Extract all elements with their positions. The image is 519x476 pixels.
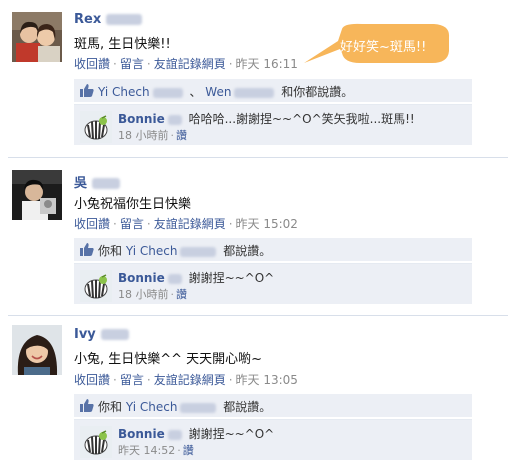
- comment-item: Bonnie 謝謝捏~~^O^ 18 小時前 · 讚: [74, 263, 472, 304]
- comment-timestamp[interactable]: 昨天 14:52: [118, 444, 175, 457]
- likes-summary: 你和 Yi Chech 都說讚。: [74, 394, 472, 417]
- commenter-name[interactable]: Bonnie: [118, 271, 165, 285]
- comment-item: Bonnie 謝謝捏~~^O^ 昨天 14:52 · 讚: [74, 419, 472, 460]
- comment-timestamp[interactable]: 18 小時前: [118, 129, 169, 142]
- comment-like-link[interactable]: 讚: [176, 288, 187, 301]
- thumbs-up-icon: [80, 243, 94, 256]
- likes-summary: Yi Chech 、 Wen 和你都說讚。: [74, 79, 472, 102]
- liker-name[interactable]: Yi Chech: [126, 400, 178, 414]
- annotation-text: 好好笑~斑馬!!: [340, 40, 427, 55]
- blurred-given-name: [92, 178, 121, 189]
- comment-text: 謝謝捏~~^O^: [188, 271, 275, 285]
- post-message: 小兔, 生日快樂^^ 天天開心喲~: [74, 352, 263, 367]
- comment-link[interactable]: 留言: [120, 57, 144, 71]
- comment-text: 哈哈哈...謝謝捏~~^O^笑矢我啦...斑馬!!: [188, 112, 415, 126]
- avatar[interactable]: [12, 170, 62, 220]
- author-name[interactable]: Ivy: [74, 327, 129, 342]
- post-timestamp[interactable]: 昨天 15:02: [236, 217, 298, 231]
- post-message: 小兔祝福你生日快樂: [74, 197, 192, 212]
- blurred-surname: [100, 329, 129, 340]
- thumbs-up-icon: [80, 84, 94, 97]
- comment-like-link[interactable]: 讚: [176, 129, 187, 142]
- friendship-page-link[interactable]: 友誼記錄網頁: [154, 57, 226, 71]
- post-divider: [8, 157, 508, 158]
- likes-summary: 你和 Yi Chech 都說讚。: [74, 238, 472, 261]
- post-actions: 收回讚 · 留言 · 友誼記錄網頁 · 昨天 13:05: [74, 373, 298, 387]
- zebra-avatar[interactable]: [80, 426, 112, 458]
- commenter-name[interactable]: Bonnie: [118, 427, 165, 441]
- unlike-link[interactable]: 收回讚: [74, 57, 110, 71]
- comment-text: 謝謝捏~~^O^: [188, 427, 275, 441]
- commenter-name[interactable]: Bonnie: [118, 112, 165, 126]
- unlike-link[interactable]: 收回讚: [74, 373, 110, 387]
- liker-name[interactable]: Yi Chech: [126, 244, 178, 258]
- post-timestamp[interactable]: 昨天 16:11: [236, 57, 298, 71]
- liker-name[interactable]: Yi Chech: [98, 85, 150, 99]
- post-message: 斑馬, 生日快樂!!: [74, 37, 171, 52]
- post-divider: [8, 315, 508, 316]
- zebra-avatar[interactable]: [80, 270, 112, 302]
- friendship-page-link[interactable]: 友誼記錄網頁: [154, 373, 226, 387]
- zebra-avatar[interactable]: [80, 111, 112, 143]
- comment-like-link[interactable]: 讚: [183, 444, 194, 457]
- author-name[interactable]: Rex: [74, 12, 143, 27]
- avatar[interactable]: [12, 325, 62, 375]
- post-timestamp[interactable]: 昨天 13:05: [236, 373, 298, 387]
- unlike-link[interactable]: 收回讚: [74, 217, 110, 231]
- comment-link[interactable]: 留言: [120, 373, 144, 387]
- thumbs-up-icon: [80, 399, 94, 412]
- comment-link[interactable]: 留言: [120, 217, 144, 231]
- author-name[interactable]: 吳: [74, 172, 121, 191]
- comment-item: Bonnie 哈哈哈...謝謝捏~~^O^笑矢我啦...斑馬!! 18 小時前 ·…: [74, 104, 472, 145]
- friendship-page-link[interactable]: 友誼記錄網頁: [154, 217, 226, 231]
- post-actions: 收回讚 · 留言 · 友誼記錄網頁 · 昨天 15:02: [74, 217, 298, 231]
- comment-timestamp[interactable]: 18 小時前: [118, 288, 169, 301]
- avatar[interactable]: [12, 12, 62, 62]
- blurred-surname: [106, 14, 143, 25]
- liker-name[interactable]: Wen: [205, 85, 231, 99]
- post-actions: 收回讚 · 留言 · 友誼記錄網頁 · 昨天 16:11: [74, 57, 298, 71]
